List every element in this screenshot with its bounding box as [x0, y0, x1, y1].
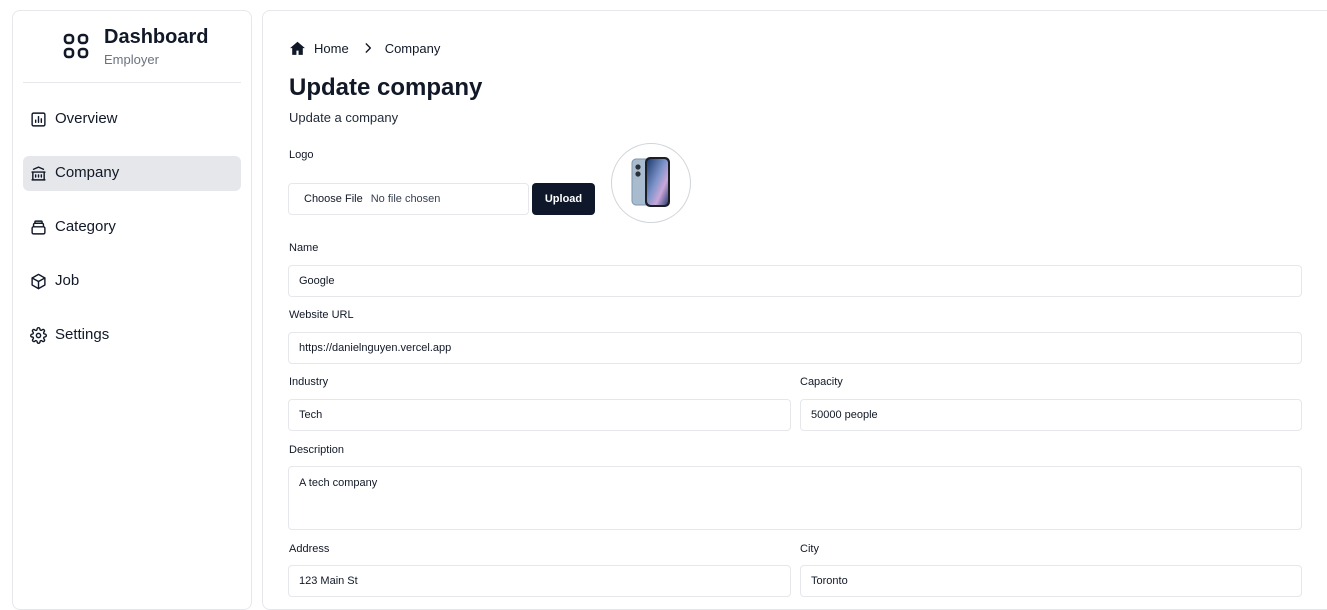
- industry-input[interactable]: Tech: [288, 399, 791, 431]
- breadcrumb: Home Company: [289, 39, 440, 57]
- sidebar-item-company[interactable]: Company: [23, 156, 241, 191]
- city-label: City: [800, 543, 819, 555]
- brand-title: Dashboard: [104, 26, 209, 48]
- brand-header: Dashboard Employer: [23, 11, 241, 83]
- industry-label: Industry: [289, 376, 329, 388]
- address-label: Address: [289, 543, 330, 555]
- cube-icon: [31, 273, 46, 290]
- city-input[interactable]: Toronto: [800, 565, 1302, 597]
- sidebar-item-job[interactable]: Job: [23, 264, 241, 299]
- description-label: Description: [289, 444, 345, 456]
- home-icon[interactable]: [289, 40, 306, 57]
- sidebar-item-category[interactable]: Category: [23, 210, 241, 245]
- sidebar-item-label: Job: [55, 272, 80, 289]
- sidebar-item-overview[interactable]: Overview: [23, 102, 241, 137]
- page-subtitle: Update a company: [289, 110, 399, 125]
- description-textarea[interactable]: A tech company: [288, 466, 1302, 530]
- main-panel: Home Company Update company Update a com…: [262, 10, 1327, 610]
- breadcrumb-current: Company: [384, 40, 441, 56]
- brand-subtitle: Employer: [104, 52, 159, 67]
- page-title: Update company: [289, 74, 483, 101]
- name-label: Name: [289, 242, 319, 254]
- name-input[interactable]: Google: [288, 265, 1302, 297]
- phone-image-icon: [631, 157, 670, 207]
- chevron-right-icon: [365, 43, 371, 53]
- sidebar-item-label: Settings: [55, 326, 110, 343]
- dashboard-grid-icon: [63, 33, 89, 59]
- sidebar-item-label: Category: [55, 218, 116, 235]
- website-url-input[interactable]: https://danielnguyen.vercel.app: [288, 332, 1302, 364]
- logo-preview: [611, 143, 691, 223]
- gear-icon: [30, 327, 47, 344]
- sidebar-item-label: Overview: [55, 110, 118, 127]
- file-status-text: No file chosen: [370, 193, 441, 205]
- sidebar-nav: Overview Company Category Job Settings: [23, 102, 241, 372]
- sidebar: Dashboard Employer Overview Company Cate…: [12, 10, 252, 610]
- building-icon: [31, 166, 46, 181]
- bar-chart-icon: [31, 112, 46, 127]
- choose-file-button[interactable]: Choose File: [304, 193, 363, 205]
- address-input[interactable]: 123 Main St: [288, 565, 791, 597]
- capacity-label: Capacity: [800, 376, 843, 388]
- logo-file-input[interactable]: Choose File No file chosen: [288, 183, 529, 215]
- capacity-input[interactable]: 50000 people: [800, 399, 1302, 431]
- sidebar-item-label: Company: [55, 164, 120, 181]
- sidebar-item-settings[interactable]: Settings: [23, 318, 241, 353]
- logo-label: Logo: [289, 149, 314, 161]
- layers-icon: [31, 220, 46, 235]
- breadcrumb-home[interactable]: Home: [314, 41, 349, 56]
- website-url-label: Website URL: [289, 309, 354, 321]
- upload-button[interactable]: Upload: [532, 183, 595, 215]
